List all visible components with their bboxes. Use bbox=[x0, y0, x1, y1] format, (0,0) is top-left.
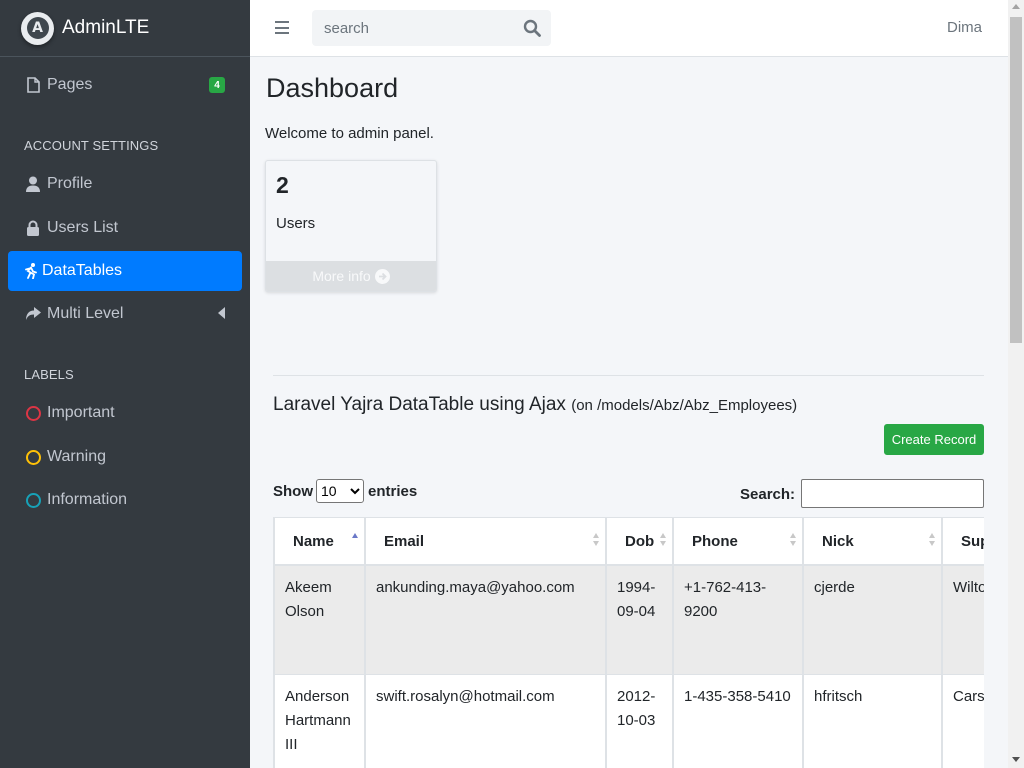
cell-email: ankunding.maya@yahoo.com bbox=[364, 564, 607, 675]
table-row[interactable]: Anderson Hartmann III swift.rosalyn@hotm… bbox=[273, 674, 984, 768]
nav-header-labels: LABELS bbox=[24, 367, 74, 382]
page-scrollbar[interactable] bbox=[1008, 0, 1024, 768]
sort-icon bbox=[929, 533, 935, 547]
sidebar-item-label: Important bbox=[47, 404, 115, 421]
column-header-phone[interactable]: Phone bbox=[672, 517, 804, 566]
content-wrapper: Dashboard Welcome to admin panel. 2 User… bbox=[250, 57, 1008, 768]
sidebar-item-multi-level[interactable]: Multi Level bbox=[8, 294, 242, 334]
sort-icon bbox=[660, 533, 666, 547]
scroll-down-icon[interactable] bbox=[1012, 757, 1020, 762]
circle-icon bbox=[25, 449, 41, 465]
scroll-thumb[interactable] bbox=[1010, 17, 1022, 343]
search-icon[interactable] bbox=[523, 19, 541, 37]
brand-logo: A bbox=[21, 11, 54, 45]
cell-phone: 1-435-358-5410 bbox=[672, 674, 804, 768]
sidebar-item-label: Pages bbox=[47, 76, 93, 93]
brand-text: AdminLTE bbox=[62, 17, 150, 38]
share-icon bbox=[25, 306, 41, 322]
entries-select[interactable]: 10 bbox=[316, 479, 364, 503]
running-icon bbox=[23, 263, 39, 279]
cell-name: Anderson Hartmann III bbox=[273, 674, 366, 768]
datatable-title: Laravel Yajra DataTable using Ajax (on /… bbox=[273, 394, 798, 415]
cell-nick: cjerde bbox=[802, 564, 943, 675]
sidebar-item-label: Information bbox=[47, 491, 128, 508]
column-header-name[interactable]: Name bbox=[273, 517, 366, 566]
search-input[interactable] bbox=[312, 10, 512, 46]
cell-sup: Wilto bbox=[941, 564, 984, 675]
divider bbox=[273, 375, 984, 376]
cell-dob: 2012-10-03 bbox=[605, 674, 674, 768]
cell-nick: hfritsch bbox=[802, 674, 943, 768]
circle-icon bbox=[25, 405, 41, 421]
sidebar-item-pages[interactable]: Pages 4 bbox=[8, 65, 242, 105]
sidebar: A AdminLTE Pages 4 ACCOUNT SETTINGS Prof… bbox=[0, 0, 250, 768]
scroll-up-icon[interactable] bbox=[1012, 4, 1020, 9]
chevron-left-icon bbox=[218, 307, 225, 319]
datatable: Name Email Dob Phone Nick Sup Akeem Olso… bbox=[273, 517, 984, 768]
navbar-search bbox=[312, 10, 551, 46]
cell-phone: +1-762-413-9200 bbox=[672, 564, 804, 675]
pages-badge: 4 bbox=[209, 77, 225, 93]
lock-icon bbox=[25, 220, 41, 236]
create-record-button[interactable]: Create Record bbox=[884, 424, 984, 455]
page-title: Dashboard bbox=[266, 73, 399, 103]
sort-asc-icon bbox=[352, 533, 358, 547]
sidebar-item-label: Users List bbox=[47, 219, 119, 236]
welcome-text: Welcome to admin panel. bbox=[265, 125, 434, 142]
user-icon bbox=[25, 176, 41, 192]
table-search-label: Search: bbox=[740, 486, 796, 503]
stat-label: Users bbox=[276, 215, 316, 232]
column-header-sup[interactable]: Sup bbox=[941, 517, 984, 566]
user-menu[interactable]: Dima bbox=[947, 19, 982, 36]
brand-link[interactable]: A AdminLTE bbox=[0, 0, 250, 57]
sidebar-item-users-list[interactable]: Users List bbox=[8, 208, 242, 248]
circle-icon bbox=[25, 492, 41, 508]
more-info-link[interactable]: More info bbox=[266, 261, 436, 291]
sidebar-item-label: Multi Level bbox=[47, 305, 124, 322]
cell-email: swift.rosalyn@hotmail.com bbox=[364, 674, 607, 768]
column-header-dob[interactable]: Dob bbox=[605, 517, 674, 566]
sidebar-item-important[interactable]: Important bbox=[8, 393, 242, 433]
table-search-input[interactable] bbox=[801, 479, 984, 508]
nav-header-account: ACCOUNT SETTINGS bbox=[24, 138, 159, 153]
menu-toggle-icon[interactable] bbox=[275, 21, 289, 34]
datatable-subtitle: (on /models/Abz/Abz_Employees) bbox=[571, 397, 798, 414]
column-header-nick[interactable]: Nick bbox=[802, 517, 943, 566]
table-row[interactable]: Akeem Olson ankunding.maya@yahoo.com 199… bbox=[273, 564, 984, 675]
sidebar-item-information[interactable]: Information bbox=[8, 480, 242, 520]
sort-icon bbox=[593, 533, 599, 547]
sidebar-item-label: DataTables bbox=[42, 262, 123, 279]
file-icon bbox=[25, 77, 41, 93]
sort-icon bbox=[790, 533, 796, 547]
arrow-circle-right-icon bbox=[374, 268, 390, 284]
cell-dob: 1994-09-04 bbox=[605, 564, 674, 675]
users-stat-box: 2 Users More info bbox=[265, 160, 437, 292]
sidebar-item-label: Warning bbox=[47, 448, 106, 465]
sidebar-item-label: Profile bbox=[47, 175, 93, 192]
stat-value: 2 bbox=[276, 172, 289, 198]
entries-length: Show 10 entries bbox=[273, 479, 417, 503]
sidebar-item-profile[interactable]: Profile bbox=[8, 164, 242, 204]
cell-name: Akeem Olson bbox=[273, 564, 366, 675]
column-header-email[interactable]: Email bbox=[364, 517, 607, 566]
top-navbar: Dima bbox=[250, 0, 1008, 57]
sidebar-item-warning[interactable]: Warning bbox=[8, 437, 242, 477]
sidebar-item-datatables[interactable]: DataTables bbox=[8, 251, 242, 291]
cell-sup: Carso Adan bbox=[941, 674, 984, 768]
